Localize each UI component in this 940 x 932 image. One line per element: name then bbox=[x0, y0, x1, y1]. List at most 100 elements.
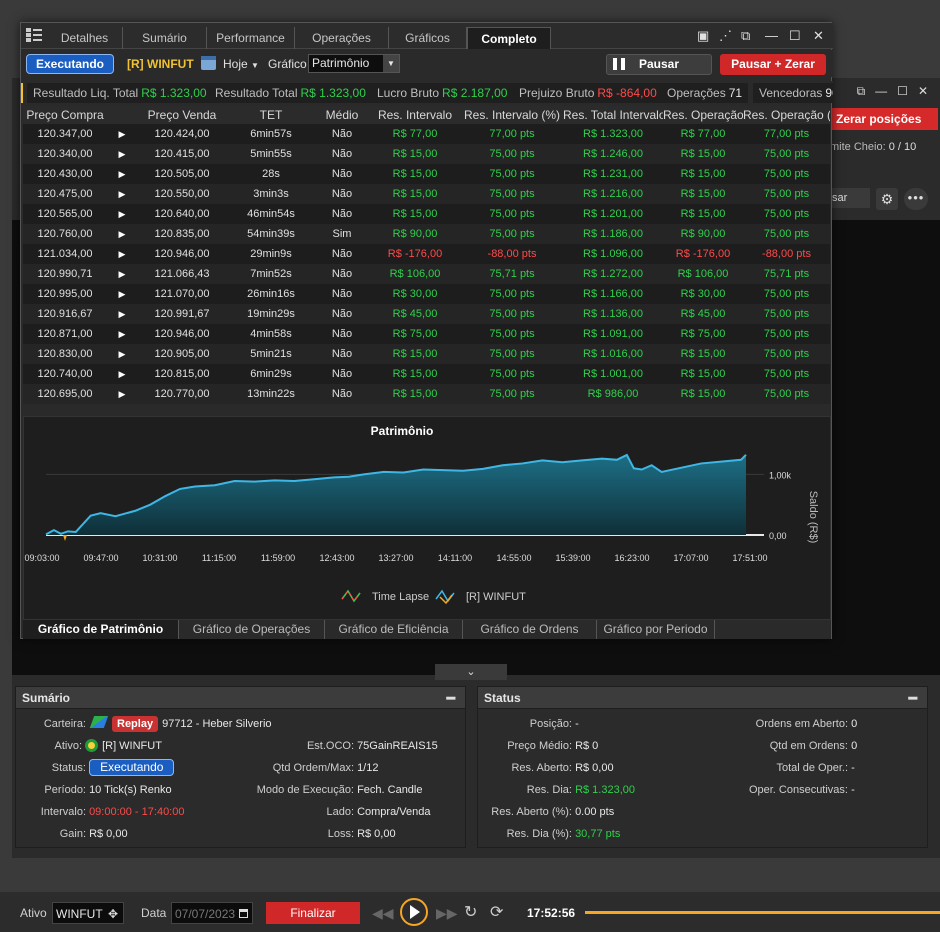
move-icon[interactable]: ✥ bbox=[108, 903, 118, 925]
expand-icon[interactable]: ▶ bbox=[107, 304, 137, 324]
table-row[interactable]: 120.830,00 ▶ 120.905,00 5min21s Não R$ 15,00 7… bbox=[23, 344, 830, 364]
ativo-title: [R] WINFUT bbox=[127, 57, 194, 71]
column-header[interactable]: TET bbox=[227, 106, 315, 124]
minimize-icon[interactable]: — bbox=[765, 28, 778, 43]
fast-forward-icon[interactable]: ▶▶ bbox=[436, 902, 458, 924]
step-icon[interactable]: ↻ bbox=[464, 902, 477, 924]
executando-button[interactable]: Executando bbox=[26, 54, 114, 74]
close-icon[interactable]: ✕ bbox=[918, 84, 928, 102]
column-header[interactable]: Preço Compra bbox=[23, 106, 107, 124]
chart-tab[interactable]: Gráfico de Operações bbox=[179, 620, 325, 639]
tab-operacoes[interactable]: Operações bbox=[295, 27, 389, 49]
calendar-icon[interactable] bbox=[201, 56, 216, 70]
usar-button[interactable]: sar bbox=[830, 188, 870, 208]
minimize-icon[interactable]: ━ bbox=[909, 687, 917, 709]
restore-icon[interactable]: ☐ bbox=[897, 84, 908, 102]
zerar-posicoes-button[interactable]: Zerar posições bbox=[832, 108, 938, 130]
replay-progress[interactable] bbox=[585, 911, 940, 914]
expand-icon[interactable]: ▶ bbox=[107, 364, 137, 384]
play-icon[interactable] bbox=[400, 898, 428, 926]
expand-icon[interactable]: ▶ bbox=[107, 384, 137, 404]
menu-icon[interactable] bbox=[26, 28, 42, 42]
expand-icon[interactable]: ▶ bbox=[107, 284, 137, 304]
strip-value: R$ 1.323,00 bbox=[300, 86, 366, 100]
table-row[interactable]: 120.695,00 ▶ 120.770,00 13min22s Não R$ 15,00… bbox=[23, 384, 830, 404]
chevron-down-icon[interactable]: ▼ bbox=[383, 55, 399, 72]
column-header[interactable]: Preço Venda bbox=[137, 106, 227, 124]
chart-tab[interactable]: Gráfico de Patrimônio bbox=[23, 620, 179, 639]
x-tick-label: 17:51:00 bbox=[732, 553, 767, 563]
pausar-button[interactable]: Pausar bbox=[606, 54, 712, 75]
status-header: Status ━ bbox=[478, 687, 927, 709]
table-cell: 28s bbox=[227, 164, 315, 184]
tab-completo[interactable]: Completo bbox=[467, 27, 551, 49]
share-icon[interactable]: ⋰ bbox=[719, 28, 732, 44]
column-header[interactable] bbox=[107, 106, 137, 124]
column-header[interactable]: Res. Intervalo (%) bbox=[461, 106, 563, 124]
maximize-icon[interactable]: ⧉ bbox=[857, 84, 866, 102]
column-header[interactable]: Res. Total Intervalo bbox=[563, 106, 663, 124]
maximize-icon[interactable]: ☐ bbox=[789, 28, 801, 44]
close-icon[interactable]: ✕ bbox=[813, 28, 824, 44]
tab-graficos[interactable]: Gráficos bbox=[389, 27, 467, 49]
table-cell: 75,00 pts bbox=[743, 324, 830, 344]
tab-performance[interactable]: Performance bbox=[207, 27, 295, 49]
column-header[interactable]: Res. Operação bbox=[663, 106, 743, 124]
detach-icon[interactable]: ⧉ bbox=[741, 28, 750, 44]
table-row[interactable]: 120.347,00 ▶ 120.424,00 6min57s Não R$ 77,00 7… bbox=[23, 124, 830, 144]
data-input[interactable]: 07/07/2023 bbox=[171, 902, 253, 924]
more-options-icon[interactable]: ••• bbox=[904, 188, 928, 210]
expand-icon[interactable]: ▶ bbox=[107, 204, 137, 224]
column-header[interactable]: Médio bbox=[315, 106, 369, 124]
chart-tab[interactable]: Gráfico por Periodo bbox=[597, 620, 715, 639]
table-row[interactable]: 120.916,67 ▶ 120.991,67 19min29s Não R$ 45,00… bbox=[23, 304, 830, 324]
ativo-input[interactable]: WINFUT ✥ bbox=[52, 902, 124, 924]
minimize-icon[interactable]: — bbox=[875, 84, 887, 102]
expand-icon[interactable]: ▶ bbox=[107, 164, 137, 184]
table-row[interactable]: 120.871,00 ▶ 120.946,00 4min58s Não R$ 75,00 7… bbox=[23, 324, 830, 344]
periodo-dropdown[interactable]: Hoje ▼ bbox=[223, 55, 259, 75]
gear-icon[interactable]: ⚙ bbox=[876, 188, 898, 210]
expand-icon[interactable]: ▶ bbox=[107, 184, 137, 204]
table-row[interactable]: 120.430,00 ▶ 120.505,00 28s Não R$ 15,00 75,00… bbox=[23, 164, 830, 184]
pausar-zerar-button[interactable]: Pausar + Zerar bbox=[720, 54, 826, 75]
expand-icon[interactable]: ▶ bbox=[107, 144, 137, 164]
expand-icon[interactable]: ▶ bbox=[107, 344, 137, 364]
grafico-select[interactable]: Patrimônio ▼ bbox=[308, 54, 400, 73]
column-header[interactable]: Res. Operação ( bbox=[743, 106, 830, 124]
tab-detalhes[interactable]: Detalhes bbox=[47, 27, 123, 49]
column-header[interactable]: Res. Intervalo bbox=[369, 106, 461, 124]
table-cell: 75,71 pts bbox=[743, 264, 830, 284]
video-icon[interactable]: ▣ bbox=[697, 28, 709, 44]
table-row[interactable]: 120.995,00 ▶ 121.070,00 26min16s Não R$ 30,00… bbox=[23, 284, 830, 304]
finalizar-button[interactable]: Finalizar bbox=[266, 902, 360, 924]
tab-sumario[interactable]: Sumário bbox=[123, 27, 207, 49]
rewind-icon[interactable]: ◀◀ bbox=[372, 902, 394, 924]
carteira-value: 97712 - Heber Silverio bbox=[162, 718, 272, 730]
table-row[interactable]: 121.034,00 ▶ 120.946,00 29min9s Não R$ -176,0… bbox=[23, 244, 830, 264]
expand-icon[interactable]: ▶ bbox=[107, 324, 137, 344]
expand-icon[interactable]: ▶ bbox=[107, 264, 137, 284]
expand-icon[interactable]: ▶ bbox=[107, 244, 137, 264]
chevron-down-icon[interactable]: ⌄ bbox=[435, 664, 507, 680]
minimize-icon[interactable]: ━ bbox=[447, 687, 455, 709]
calendar-icon[interactable] bbox=[239, 909, 248, 918]
chart-tab[interactable]: Gráfico de Ordens bbox=[463, 620, 597, 639]
table-row[interactable]: 120.340,00 ▶ 120.415,00 5min55s Não R$ 15,00 7… bbox=[23, 144, 830, 164]
strip-value: R$ 2.187,00 bbox=[442, 86, 508, 100]
table-row[interactable]: 120.565,00 ▶ 120.640,00 46min54s Não R$ 15,00… bbox=[23, 204, 830, 224]
x-tick-label: 09:47:00 bbox=[83, 553, 118, 563]
expand-icon[interactable]: ▶ bbox=[107, 124, 137, 144]
chart-tab[interactable]: Gráfico de Eficiência bbox=[325, 620, 463, 639]
table-cell: 120.505,00 bbox=[137, 164, 227, 184]
table-row[interactable]: 120.475,00 ▶ 120.550,00 3min3s Não R$ 15,00 75… bbox=[23, 184, 830, 204]
expand-icon[interactable]: ▶ bbox=[107, 224, 137, 244]
table-row[interactable]: 120.760,00 ▶ 120.835,00 54min39s Sim R$ 90,00… bbox=[23, 224, 830, 244]
res-aberto-pct-value: 0.00 pts bbox=[575, 806, 615, 818]
table-row[interactable]: 120.990,71 ▶ 121.066,43 7min52s Não R$ 106,00… bbox=[23, 264, 830, 284]
table-cell: R$ 1.166,00 bbox=[563, 284, 663, 304]
speed-icon[interactable]: ⟳ bbox=[490, 902, 503, 924]
table-cell: Não bbox=[315, 244, 369, 264]
table-cell: 120.830,00 bbox=[23, 344, 107, 364]
table-row[interactable]: 120.740,00 ▶ 120.815,00 6min29s Não R$ 15,00 7… bbox=[23, 364, 830, 384]
